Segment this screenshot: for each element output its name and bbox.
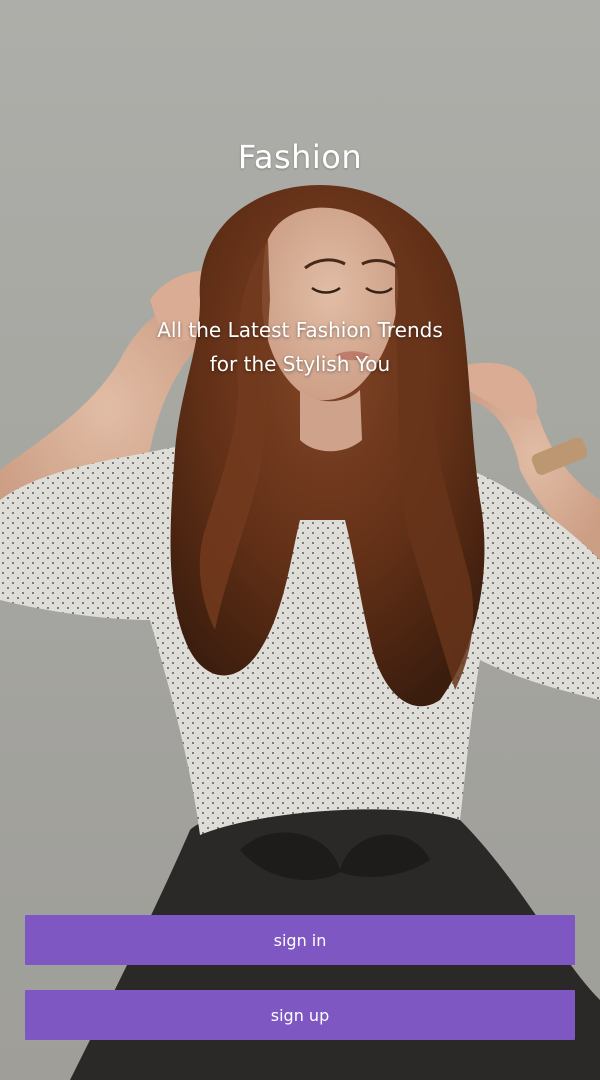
sign-up-button[interactable]: sign up (25, 990, 575, 1040)
sign-in-button[interactable]: sign in (25, 915, 575, 965)
welcome-screen: Fashion All the Latest Fashion Trends fo… (0, 0, 600, 1080)
tagline-line-1: All the Latest Fashion Trends (157, 318, 443, 342)
tagline-line-2: for the Stylish You (209, 352, 391, 376)
tagline: All the Latest Fashion Trends for the St… (100, 313, 500, 381)
app-title: Fashion (237, 138, 363, 176)
